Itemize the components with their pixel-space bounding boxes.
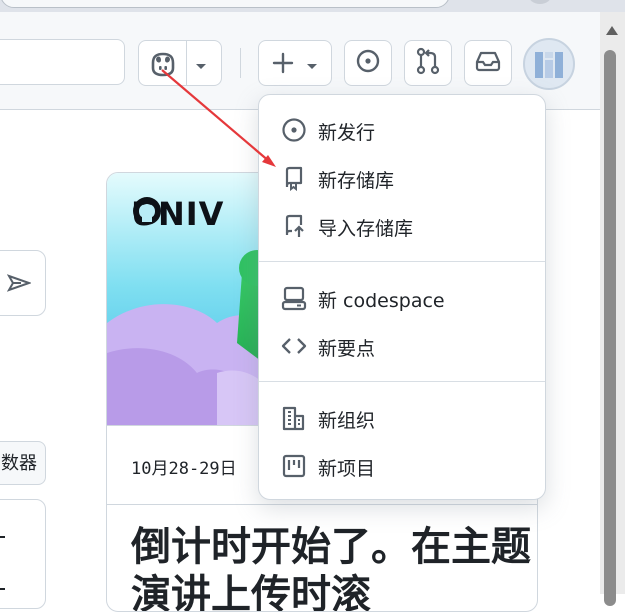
menu-item-label: 新 codespace xyxy=(318,290,445,312)
scroll-up-arrow-icon[interactable] xyxy=(606,26,618,35)
chevron-down-icon[interactable] xyxy=(194,57,208,76)
menu-divider xyxy=(259,261,545,262)
menu-item-label: 导入存储库 xyxy=(318,218,414,240)
header-divider xyxy=(240,48,241,78)
event-headline: 倒计时开始了。在主题演讲上传时滚 xyxy=(131,524,531,612)
send-icon xyxy=(6,273,33,297)
left-panel-card[interactable] xyxy=(0,250,46,316)
copilot-icon xyxy=(148,50,178,82)
project-icon xyxy=(281,453,306,478)
issues-button[interactable] xyxy=(344,40,392,86)
create-new-button[interactable] xyxy=(258,40,332,86)
plus-icon xyxy=(272,52,294,78)
menu-item-label: 新组织 xyxy=(318,410,376,432)
event-date: 10月28-29日 xyxy=(131,459,237,479)
pull-requests-button[interactable] xyxy=(404,40,452,86)
list-marker xyxy=(0,588,5,590)
github-mark-icon xyxy=(133,197,161,225)
browser-profile-dot[interactable] xyxy=(528,0,552,4)
menu-item-new-repository[interactable]: 新存储库 xyxy=(267,155,539,199)
left-panel-list xyxy=(0,499,46,609)
scrollbar-thumb[interactable] xyxy=(604,50,616,606)
menu-item-label: 新要点 xyxy=(318,338,376,360)
search-input[interactable] xyxy=(0,39,125,85)
chevron-down-icon xyxy=(305,57,319,76)
issue-opened-icon xyxy=(355,48,381,78)
tag-icon xyxy=(281,117,306,142)
inbox-icon xyxy=(474,49,502,77)
menu-divider xyxy=(259,381,545,382)
organization-icon xyxy=(281,405,305,431)
browser-top-strip xyxy=(0,0,625,12)
menu-item-label: 新发行 xyxy=(318,122,376,144)
user-avatar[interactable] xyxy=(523,38,575,90)
menu-item-new-organization[interactable]: 新组织 xyxy=(267,395,539,439)
git-pull-request-icon xyxy=(415,47,441,79)
vertical-scrollbar[interactable] xyxy=(600,12,625,606)
copilot-divider xyxy=(186,41,187,85)
codespaces-icon xyxy=(281,285,307,311)
create-new-dropdown-menu: 新发行 新存储库 导入存储库 新 codespace 新要点 新组织 新项目 xyxy=(258,94,546,500)
menu-item-new-project[interactable]: 新项目 xyxy=(267,443,539,487)
menu-item-new-release[interactable]: 新发行 xyxy=(267,107,539,151)
inbox-button[interactable] xyxy=(464,40,512,86)
menu-item-label: 新项目 xyxy=(318,458,376,480)
left-panel-button[interactable]: 数器 xyxy=(0,441,46,485)
menu-item-import-repository[interactable]: 导入存储库 xyxy=(267,203,539,247)
menu-item-label: 新存储库 xyxy=(318,170,395,192)
menu-item-new-codespace[interactable]: 新 codespace xyxy=(267,275,539,319)
list-marker xyxy=(0,536,5,538)
repo-icon xyxy=(281,165,305,192)
repo-push-icon xyxy=(281,213,305,237)
copilot-button[interactable] xyxy=(138,40,222,86)
menu-item-new-gist[interactable]: 新要点 xyxy=(267,323,539,367)
browser-tab[interactable] xyxy=(0,0,450,8)
event-brand-logo: UNIV xyxy=(131,195,224,233)
code-icon xyxy=(281,333,307,357)
